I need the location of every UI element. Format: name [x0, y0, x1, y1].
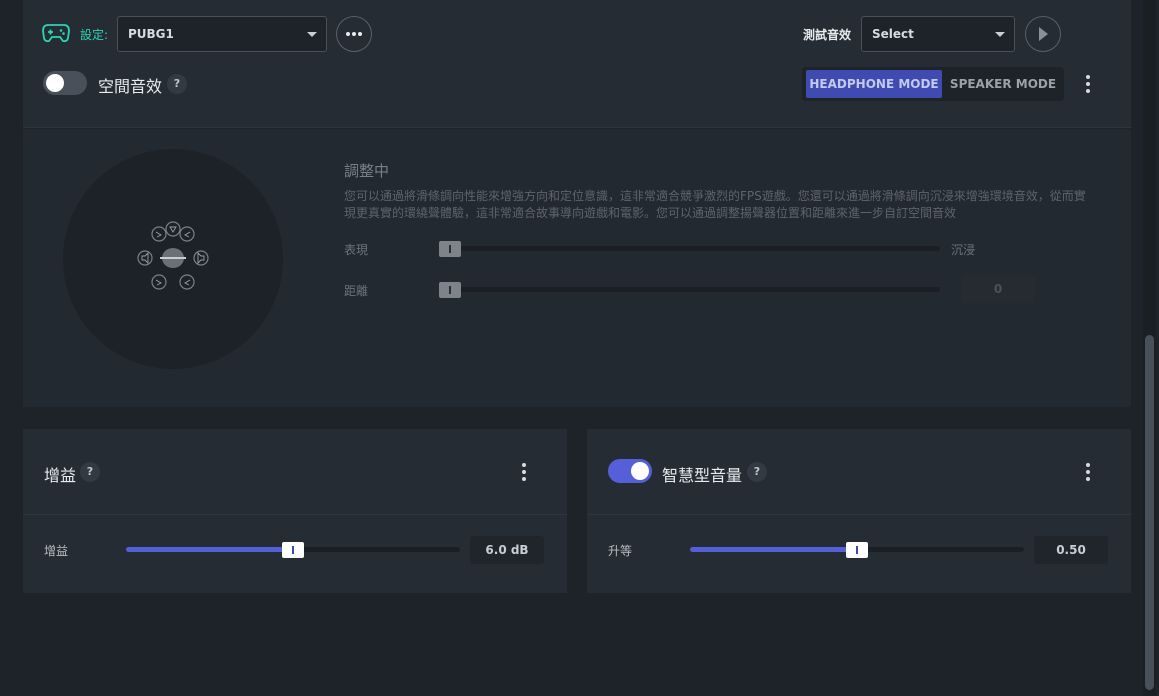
- smart-volume-card: [587, 429, 1131, 593]
- smart-volume-menu-button[interactable]: [1071, 455, 1105, 489]
- scrollbar[interactable]: [1143, 0, 1156, 696]
- play-icon: [1039, 27, 1048, 41]
- kebab-menu-icon: [522, 463, 526, 467]
- gain-slider-fill: [126, 547, 293, 552]
- performance-immersion-slider[interactable]: [440, 246, 940, 251]
- speaker-layout-sphere[interactable]: [63, 149, 283, 369]
- gamepad-icon: [42, 24, 70, 43]
- distance-label: 距離: [344, 284, 369, 298]
- performance-slider-thumb[interactable]: [439, 241, 461, 257]
- smart-volume-toggle[interactable]: [608, 459, 652, 483]
- profile-more-button[interactable]: [336, 16, 372, 52]
- gain-slider-thumb[interactable]: [282, 542, 304, 558]
- test-sound-label: 測試音效: [803, 28, 852, 42]
- speaker-mode-button[interactable]: SPEAKER MODE: [944, 70, 1062, 98]
- headphone-mode-button[interactable]: HEADPHONE MODE: [806, 70, 942, 98]
- kebab-menu-icon: [1086, 463, 1090, 467]
- settings-label: 設定:: [80, 28, 109, 42]
- gain-title: 增益: [44, 466, 77, 485]
- gain-slider-label: 增益: [44, 544, 69, 558]
- test-sound-dropdown[interactable]: Select: [861, 16, 1015, 52]
- tuning-description: 您可以通過將滑條調向性能來增強方向和定位意識，這非常適合競爭激烈的FPS遊戲。您…: [344, 189, 1086, 220]
- toggle-knob: [46, 74, 64, 92]
- smart-volume-slider-label: 升等: [608, 544, 633, 558]
- smart-volume-slider-fill: [690, 547, 857, 552]
- distance-slider-thumb[interactable]: [439, 282, 461, 298]
- toggle-knob: [631, 462, 649, 480]
- tuning-title: 調整中: [344, 162, 390, 180]
- kebab-menu-icon: [1086, 75, 1090, 79]
- gain-value[interactable]: 6.0 dB: [470, 536, 544, 564]
- mode-switch: HEADPHONE MODE SPEAKER MODE: [802, 67, 1064, 101]
- smart-volume-slider-thumb[interactable]: [846, 542, 868, 558]
- help-icon[interactable]: ?: [747, 462, 767, 482]
- distance-value[interactable]: 0: [961, 275, 1035, 303]
- scrollbar-thumb[interactable]: [1145, 335, 1154, 690]
- distance-slider[interactable]: [440, 287, 940, 292]
- speaker-icon[interactable]: [165, 221, 181, 237]
- smart-volume-value[interactable]: 0.50: [1034, 536, 1108, 564]
- help-icon[interactable]: ?: [167, 74, 187, 94]
- more-horizontal-icon: [346, 32, 362, 36]
- profile-dropdown[interactable]: PUBG1: [117, 16, 327, 52]
- gain-card-header: [23, 429, 567, 515]
- chevron-down-icon: [995, 32, 1005, 37]
- spatial-sound-toggle[interactable]: [43, 71, 87, 95]
- spatial-menu-button[interactable]: [1071, 67, 1105, 101]
- play-test-sound-button[interactable]: [1025, 16, 1061, 52]
- profile-dropdown-value: PUBG1: [128, 27, 174, 41]
- immersion-label: 沉浸: [951, 243, 976, 257]
- speaker-icon[interactable]: [193, 250, 209, 266]
- help-icon[interactable]: ?: [80, 462, 100, 482]
- speaker-icon[interactable]: [137, 250, 153, 266]
- test-sound-dropdown-value: Select: [872, 27, 914, 41]
- performance-label: 表現: [344, 243, 369, 257]
- smart-volume-title: 智慧型音量: [662, 466, 743, 485]
- gain-menu-button[interactable]: [507, 455, 541, 489]
- spatial-sound-title: 空間音效: [98, 77, 163, 96]
- chevron-down-icon: [307, 32, 317, 37]
- gain-card: [23, 429, 567, 593]
